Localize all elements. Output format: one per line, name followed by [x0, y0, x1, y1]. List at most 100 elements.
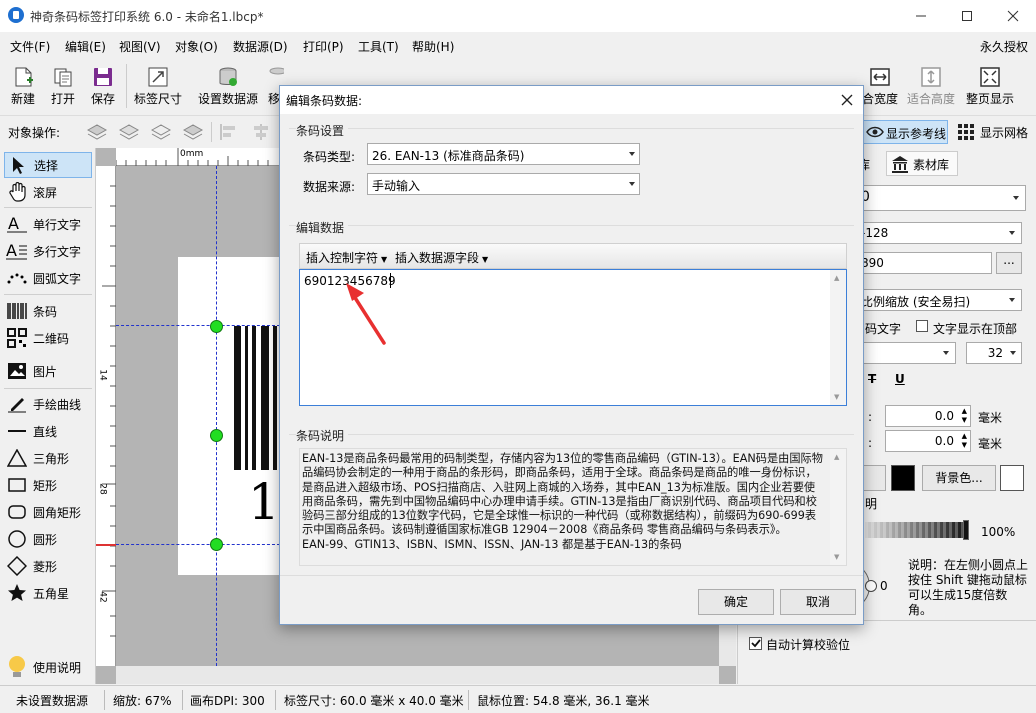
- label-size-button[interactable]: 标签尺寸: [131, 58, 185, 114]
- text-on-top-checkbox[interactable]: [916, 320, 928, 332]
- menu-print[interactable]: 打印(P): [303, 38, 344, 55]
- save-button[interactable]: 保存: [84, 58, 122, 114]
- barcode-type-combo[interactable]: 26. EAN-13 (标准商品条码): [367, 143, 640, 165]
- scroll-up-icon[interactable]: ▲: [834, 274, 839, 282]
- show-guides-toggle[interactable]: 显示参考线: [862, 120, 948, 144]
- tool-scroll[interactable]: 滚屏: [4, 179, 92, 205]
- font-size-select[interactable]: 32: [966, 342, 1022, 364]
- background-color-button[interactable]: 背景色...: [922, 465, 996, 491]
- margin-2-spinner[interactable]: 0.0 ▲ ▼: [885, 430, 971, 452]
- insert-control-char-menu[interactable]: 插入控制字符 ▼: [306, 249, 387, 266]
- help-guide[interactable]: 使用说明: [4, 654, 92, 680]
- menu-file[interactable]: 文件(F): [10, 38, 50, 55]
- margin-1-spinner[interactable]: 0.0 ▲ ▼: [885, 405, 971, 427]
- resize-handle-top[interactable]: [210, 320, 223, 333]
- chevron-down-icon: [1009, 231, 1015, 235]
- section-edit-title: 编辑数据: [296, 219, 349, 236]
- line-icon: [6, 420, 28, 442]
- tool-line[interactable]: 直线: [4, 418, 92, 444]
- tool-star[interactable]: 五角星: [4, 580, 92, 606]
- new-button[interactable]: 新建: [4, 58, 42, 114]
- status-mouse-position: 鼠标位置: 54.8 毫米, 36.1 毫米: [477, 694, 650, 708]
- ruler-zero-label: 0mm: [180, 149, 204, 159]
- font-family-select[interactable]: [862, 342, 956, 364]
- spinner-arrows-icon: ▲ ▼: [961, 407, 967, 424]
- app-icon: [8, 7, 24, 23]
- edit-area-scrollbar[interactable]: ▲ ▼: [830, 270, 846, 405]
- resize-handle-middle[interactable]: [210, 429, 223, 442]
- data-source-combo[interactable]: 手动输入: [367, 173, 640, 195]
- canvas-hscroll[interactable]: [116, 666, 719, 684]
- layer-top-icon[interactable]: [150, 122, 172, 142]
- opacity-slider[interactable]: [865, 522, 967, 538]
- minimize-button[interactable]: [898, 0, 944, 32]
- tool-multi-text[interactable]: A 多行文字: [4, 238, 92, 264]
- tool-circle[interactable]: 圆形: [4, 526, 92, 552]
- tool-freehand[interactable]: 手绘曲线: [4, 391, 92, 417]
- scroll-down-icon[interactable]: ▼: [834, 553, 839, 561]
- ruler-label-42: 42: [97, 591, 108, 603]
- underline-button[interactable]: U: [895, 372, 905, 386]
- show-grid-toggle[interactable]: 显示网格: [956, 120, 1034, 144]
- layer-down-icon[interactable]: [118, 122, 140, 142]
- tool-select[interactable]: 选择: [4, 152, 92, 178]
- layer-up-icon[interactable]: [86, 122, 108, 142]
- tool-triangle[interactable]: 三角形: [4, 445, 92, 471]
- fit-width-button[interactable]: 合宽度: [862, 58, 898, 114]
- object-type-select[interactable]: 0: [856, 185, 1026, 211]
- license-link[interactable]: 永久授权: [980, 38, 1028, 55]
- tool-rectangle[interactable]: 矩形: [4, 472, 92, 498]
- opacity-slider-thumb[interactable]: [963, 520, 969, 540]
- fit-height-button[interactable]: 适合高度: [904, 58, 958, 114]
- close-button[interactable]: [990, 0, 1036, 32]
- barcode-object[interactable]: [230, 326, 280, 470]
- barcode-type-select[interactable]: -128: [856, 222, 1022, 244]
- menu-view[interactable]: 视图(V): [119, 38, 161, 55]
- auto-check-checkbox[interactable]: [749, 637, 762, 650]
- fore-color-button[interactable]: [862, 465, 886, 491]
- insert-datasource-field-menu[interactable]: 插入数据源字段 ▼: [395, 249, 488, 266]
- text-icon: A: [6, 213, 28, 235]
- scroll-up-icon[interactable]: ▲: [834, 453, 839, 461]
- align-center-icon[interactable]: [250, 122, 272, 142]
- tool-barcode[interactable]: 条码: [4, 298, 92, 324]
- resize-handle-bottom[interactable]: [210, 538, 223, 551]
- section-description: [289, 434, 854, 435]
- status-label-size: 标签尺寸: 60.0 毫米 x 40.0 毫米: [284, 694, 464, 708]
- cancel-button[interactable]: 取消: [780, 589, 856, 615]
- browse-button[interactable]: ...: [996, 252, 1022, 274]
- menu-tools[interactable]: 工具(T): [358, 38, 399, 55]
- menu-datasource[interactable]: 数据源(D): [233, 38, 288, 55]
- tool-round-rect[interactable]: 圆角矩形: [4, 499, 92, 525]
- menu-help[interactable]: 帮助(H): [412, 38, 454, 55]
- hand-icon: [6, 181, 28, 203]
- fit-width-icon: [870, 68, 890, 86]
- tool-diamond[interactable]: 菱形: [4, 553, 92, 579]
- tool-image[interactable]: 图片: [4, 358, 92, 384]
- whole-page-button[interactable]: 整页显示: [962, 58, 1018, 114]
- tool-qrcode[interactable]: 二维码: [4, 325, 92, 351]
- dropdown-arrow-icon: ▼: [381, 255, 388, 264]
- strikethrough-button[interactable]: T: [868, 372, 876, 386]
- tool-single-text[interactable]: A 单行文字: [4, 211, 92, 237]
- set-datasource-button[interactable]: 设置数据源: [195, 58, 261, 114]
- background-color-swatch[interactable]: [1000, 465, 1024, 491]
- rotation-handle[interactable]: [865, 580, 877, 592]
- tool-arc-text[interactable]: 圆弧文字: [4, 265, 92, 291]
- menu-edit[interactable]: 编辑(E): [65, 38, 106, 55]
- new-file-icon: [15, 67, 33, 87]
- scale-mode-select[interactable]: 比例缩放 (安全易扫): [856, 289, 1022, 311]
- fore-color-swatch[interactable]: [891, 465, 915, 491]
- dialog-close-button[interactable]: [836, 89, 858, 111]
- barcode-data-field[interactable]: 890: [856, 252, 992, 274]
- layer-bottom-icon[interactable]: [182, 122, 204, 142]
- align-left-icon[interactable]: [218, 122, 240, 142]
- open-button[interactable]: 打开: [44, 58, 82, 114]
- maximize-button[interactable]: [944, 0, 990, 32]
- scroll-down-icon[interactable]: ▼: [834, 393, 839, 401]
- menu-object[interactable]: 对象(O): [175, 38, 218, 55]
- tab-material[interactable]: 素材库: [886, 151, 958, 176]
- description-scrollbar[interactable]: ▲ ▼: [830, 449, 846, 565]
- ok-button[interactable]: 确定: [698, 589, 774, 615]
- bank-icon: [892, 156, 908, 173]
